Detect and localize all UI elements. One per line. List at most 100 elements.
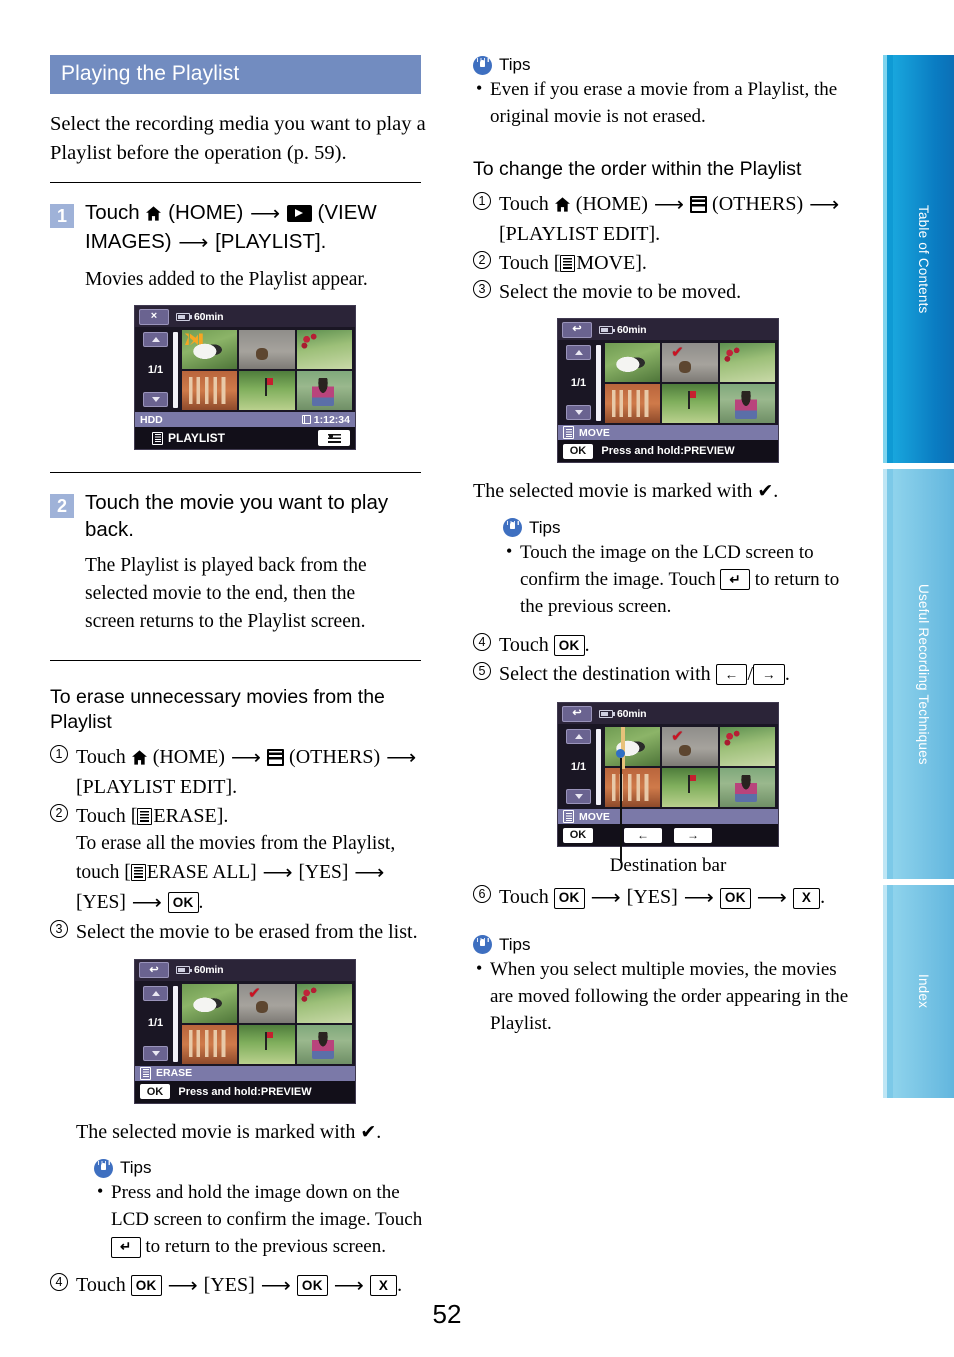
- thumbnail-golf[interactable]: [239, 1024, 295, 1064]
- thumbnail-dog[interactable]: [605, 343, 661, 383]
- order-step-3-text: Select the movie to be moved.: [499, 281, 742, 304]
- thumbnail-dog[interactable]: [182, 330, 238, 370]
- back-button[interactable]: ↩: [562, 705, 592, 722]
- scrollbar[interactable]: [596, 729, 601, 806]
- thumbnail-flowers[interactable]: [296, 983, 352, 1023]
- scroll-up-button[interactable]: [566, 729, 591, 745]
- sidebar-tab-index[interactable]: Index: [883, 885, 954, 1098]
- tips-label: Tips: [499, 934, 531, 954]
- erase-step-3: 3 Select the movie to be erased from the…: [50, 918, 440, 946]
- erase-step-3-text: Select the movie to be erased from the l…: [76, 921, 418, 944]
- destination-bar-leader-line: [620, 758, 622, 864]
- scroll-down-button[interactable]: [143, 392, 168, 408]
- tips-bullet: Even if you erase a movie from a Playlis…: [473, 76, 863, 131]
- back-button[interactable]: ↩: [562, 321, 592, 338]
- scroll-up-button[interactable]: [143, 985, 168, 1001]
- film-icon: [301, 415, 311, 425]
- close-key: X: [369, 1275, 398, 1297]
- tab-inner: Index: [893, 885, 954, 1098]
- scroll-up-button[interactable]: [566, 345, 591, 361]
- scroll-down-button[interactable]: [566, 405, 591, 421]
- options-button[interactable]: [318, 430, 350, 447]
- ok-button[interactable]: OK: [563, 443, 593, 459]
- mode-label: MOVE: [579, 426, 610, 439]
- close-button[interactable]: ×: [139, 308, 169, 325]
- thumbnail-puppies[interactable]: [239, 330, 295, 370]
- section-lead: Select the recording media you want to p…: [50, 113, 426, 165]
- thumbnail-puppies[interactable]: ✔: [239, 983, 295, 1023]
- playlist-doc-icon: [130, 863, 146, 881]
- thumbnail-girl[interactable]: [719, 384, 775, 424]
- sidebar-tab-table-of-contents[interactable]: Table of Contents: [883, 55, 954, 463]
- check-mark-icon: ✔: [248, 983, 261, 1002]
- scroll-up-button[interactable]: [143, 332, 168, 348]
- scrollbar[interactable]: [596, 345, 601, 422]
- thumbnail-dog[interactable]: [605, 727, 661, 767]
- circled-number: 4: [473, 632, 491, 651]
- order-step-1-home: (HOME): [575, 193, 648, 216]
- order-selected-caption-text: The selected movie is marked with: [473, 480, 753, 503]
- battery-indicator: 60min: [176, 311, 224, 323]
- arrow-icon: ⟶: [756, 885, 787, 910]
- circled-number: 6: [473, 885, 491, 904]
- order-step-2: 2 Touch [MOVE].: [473, 249, 863, 277]
- scrollbar[interactable]: [173, 985, 178, 1062]
- move-left-button[interactable]: ←: [624, 827, 662, 843]
- thumbnail-golf[interactable]: [662, 768, 718, 808]
- erase-step-1-target: [PLAYLIST EDIT].: [76, 775, 238, 798]
- thumbnail-girl[interactable]: [296, 371, 352, 411]
- thumbnail-runners[interactable]: [182, 1024, 238, 1064]
- thumbnail-puppies[interactable]: ✔: [662, 727, 718, 767]
- tips-bullet: When you select multiple movies, the mov…: [473, 956, 863, 1038]
- order-step-6-touch: Touch: [499, 886, 549, 909]
- tips-list: When you select multiple movies, the mov…: [473, 956, 863, 1038]
- step-2-text: Touch the movie you want to play back.: [85, 491, 389, 542]
- erase-step-4: 4 Touch OK ⟶ [YES] ⟶ OK ⟶ X.: [50, 1271, 440, 1301]
- step-1-subtext: Movies added to the Playlist appear.: [85, 268, 368, 290]
- thumbnail-flowers[interactable]: [719, 343, 775, 383]
- sidebar-tab-useful-recording-techniques[interactable]: Useful Recording Techniques: [883, 469, 954, 879]
- thumbnail-runners[interactable]: [605, 768, 661, 808]
- thumbnail-dog[interactable]: [182, 983, 238, 1023]
- tab-inner: Useful Recording Techniques: [893, 469, 954, 879]
- erase-step-2-sub: To erase all the movies from the Playlis…: [76, 833, 396, 914]
- arrow-icon: ⟶: [809, 192, 840, 217]
- step-2: 2 Touch the movie you want to play back.: [50, 489, 440, 543]
- lightbulb-icon: [94, 1158, 113, 1178]
- scroll-down-button[interactable]: [143, 1045, 168, 1061]
- arrow-icon: ⟶: [590, 885, 621, 910]
- step-1-touch-label: Touch: [85, 201, 140, 225]
- tab-inner: Table of Contents: [893, 55, 954, 463]
- thumbnail-runners[interactable]: [182, 371, 238, 411]
- others-icon: [690, 196, 708, 214]
- tips-list: Even if you erase a movie from a Playlis…: [473, 76, 863, 131]
- ok-key: OK: [130, 1275, 162, 1297]
- thumbnail-girl[interactable]: [719, 768, 775, 808]
- battery-time: 60min: [194, 964, 224, 977]
- playlist-label: PLAYLIST: [168, 431, 225, 446]
- battery-time: 60min: [617, 707, 647, 720]
- thumbnail-flowers[interactable]: [719, 727, 775, 767]
- move-right-button[interactable]: →: [674, 827, 712, 843]
- destination-bar-caption: Destination bar: [609, 855, 727, 877]
- page-indicator: 1/1: [570, 760, 587, 773]
- others-icon: [267, 749, 285, 767]
- thumbnail-golf[interactable]: [662, 384, 718, 424]
- battery-icon: [176, 966, 193, 975]
- check-mark-icon: ✔: [757, 480, 774, 503]
- thumbnail-girl[interactable]: [296, 1024, 352, 1064]
- move-mode-icon: [563, 426, 574, 440]
- sidebar-tabs: Table of Contents Useful Recording Techn…: [883, 55, 954, 1098]
- ok-key: OK: [553, 635, 585, 657]
- scrollbar[interactable]: [173, 332, 178, 409]
- scroll-down-button[interactable]: [566, 789, 591, 805]
- back-button[interactable]: ↩: [139, 962, 169, 979]
- lcd-playlist-screen: × 60min 1/1 HDD 1:12:34 PLAYLIST: [134, 305, 356, 451]
- lightbulb-icon: [473, 935, 492, 955]
- thumbnail-puppies[interactable]: ✔: [662, 343, 718, 383]
- lcd-top-bar: × 60min: [135, 306, 355, 328]
- thumbnail-runners[interactable]: [605, 384, 661, 424]
- thumbnail-golf[interactable]: [239, 371, 295, 411]
- thumbnail-flowers[interactable]: [296, 330, 352, 370]
- ok-button[interactable]: OK: [140, 1084, 170, 1100]
